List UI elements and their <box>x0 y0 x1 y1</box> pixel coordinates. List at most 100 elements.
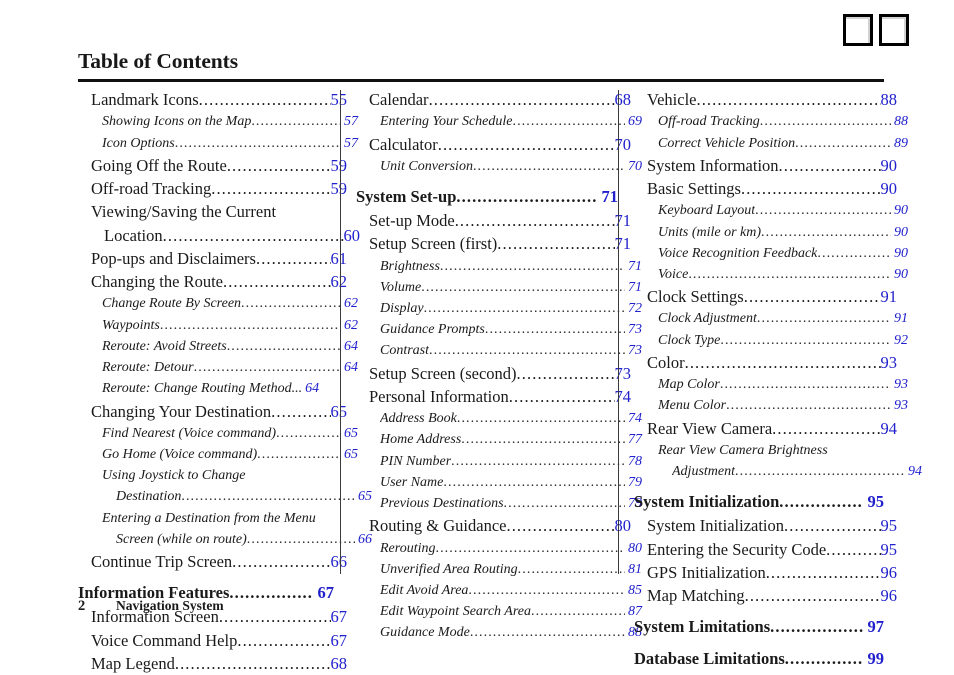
toc-entry-label: Brightness <box>380 258 440 274</box>
toc-entry[interactable]: Guidance Prompts........................… <box>356 319 642 340</box>
toc-entry-label: Rear View Camera <box>647 418 773 438</box>
toc-entry[interactable]: Changing Your Destination...............… <box>78 400 347 423</box>
toc-entry-leader-dots: ........................................… <box>772 418 880 438</box>
toc-entry-label: Guidance Prompts <box>380 322 485 338</box>
toc-entry[interactable]: Off-road Tracking.......................… <box>634 111 908 132</box>
toc-entry[interactable]: Waypoints...............................… <box>78 315 358 336</box>
toc-entry[interactable]: Map Legend..............................… <box>78 652 347 675</box>
toc-entry[interactable]: Unverified Area Routing.................… <box>356 559 642 580</box>
toc-entry[interactable]: Rear View Camera Brightness <box>634 440 908 461</box>
toc-entry[interactable]: Volume..................................… <box>356 277 642 298</box>
toc-entry[interactable]: Reroute: Change Routing Method... 64 <box>78 378 358 399</box>
toc-entry[interactable]: Pop-ups and Disclaimers.................… <box>78 247 347 270</box>
toc-entry[interactable]: Previous Destinations...................… <box>356 493 642 514</box>
toc-entry-page-number: 90 <box>894 203 908 219</box>
toc-entry[interactable]: Off-road Tracking.......................… <box>78 177 347 200</box>
toc-entry[interactable]: Changing the Route......................… <box>78 270 347 293</box>
toc-entry[interactable]: Contrast................................… <box>356 340 642 361</box>
toc-entry[interactable]: Continue Trip Screen....................… <box>78 550 347 573</box>
toc-entry[interactable]: Correct Vehicle Position................… <box>634 133 908 154</box>
toc-entry[interactable]: Address Book............................… <box>356 408 642 429</box>
toc-entry-page-number: 68 <box>330 653 348 673</box>
toc-entry[interactable]: User Name...............................… <box>356 472 642 493</box>
toc-entry[interactable]: System Initialization...................… <box>634 489 884 514</box>
toc-entry[interactable]: Clock Type..............................… <box>634 330 908 351</box>
toc-entry[interactable]: Edit Waypoint Search Area...............… <box>356 601 642 622</box>
toc-entry[interactable]: Screen (while on route).................… <box>78 529 372 550</box>
toc-entry[interactable]: Menu Color..............................… <box>634 395 908 416</box>
toc-entry-leader-dots: ........................................… <box>740 179 881 198</box>
toc-entry[interactable]: Go Home (Voice command).................… <box>78 444 358 465</box>
toc-entry[interactable]: Voice Recognition Feedback..............… <box>634 243 908 264</box>
toc-entry[interactable]: Icon Options............................… <box>78 133 358 154</box>
toc-entry[interactable]: Going Off the Route.....................… <box>78 154 347 177</box>
toc-entry[interactable]: Adjustment..............................… <box>634 461 922 482</box>
toc-entry[interactable]: Routing & Guidance......................… <box>356 514 631 537</box>
toc-entry[interactable]: Calendar................................… <box>356 88 631 111</box>
toc-entry[interactable]: Set-up Mode.............................… <box>356 209 631 232</box>
toc-entry[interactable]: Display.................................… <box>356 298 642 319</box>
toc-entry[interactable]: Change Route By Screen..................… <box>78 293 358 314</box>
toc-entry[interactable]: Database Limitations....................… <box>634 646 884 671</box>
toc-entry[interactable]: System Initialization...................… <box>634 514 897 537</box>
toc-entry-label: User Name <box>380 474 444 490</box>
toc-entry[interactable]: Entering the Security Code..............… <box>634 538 897 561</box>
toc-entry[interactable]: Edit Avoid Area.........................… <box>356 580 642 601</box>
toc-entry[interactable]: Unit Conversion.........................… <box>356 156 642 177</box>
toc-entry-page-number: 88 <box>880 90 898 109</box>
toc-entry[interactable]: Clock Adjustment........................… <box>634 308 908 329</box>
toc-entry[interactable]: Color...................................… <box>634 351 897 374</box>
toc-entry[interactable]: Vehicle.................................… <box>634 88 897 111</box>
toc-entry[interactable]: Using Joystick to Change <box>78 465 358 486</box>
toc-entry-label: System Set-up <box>356 187 457 206</box>
toc-entry[interactable]: System Information......................… <box>634 154 897 177</box>
toc-entry[interactable]: Voice...................................… <box>634 264 908 285</box>
toc-entry[interactable]: Units (mile or km)......................… <box>634 222 908 243</box>
toc-entry[interactable]: GPS Initialization......................… <box>634 561 897 584</box>
toc-entry[interactable]: Reroute: Detour.........................… <box>78 357 358 378</box>
toc-entry-leader-dots: ........................................… <box>468 582 625 598</box>
toc-entry[interactable]: Setup Screen (second)...................… <box>356 362 631 385</box>
toc-entry[interactable]: Showing Icons on the Map................… <box>78 111 358 132</box>
toc-entry-leader-dots: ........................................… <box>456 411 625 427</box>
toc-entry[interactable]: Rear View Camera........................… <box>634 417 897 440</box>
toc-entry[interactable]: Rerouting...............................… <box>356 538 642 559</box>
toc-entry-label: Off-road Tracking <box>658 114 760 130</box>
toc-entry[interactable]: Personal Information....................… <box>356 385 631 408</box>
toc-entry[interactable]: Calculator..............................… <box>356 133 631 156</box>
toc-entry-label: Setup Screen (first) <box>369 234 498 254</box>
toc-entry-label: Map Matching <box>647 586 745 606</box>
toc-entry[interactable]: Clock Settings..........................… <box>634 285 897 308</box>
toc-entry-leader-dots: ........................................… <box>765 562 881 582</box>
toc-entry[interactable]: System Limitations......................… <box>634 614 884 639</box>
toc-entry[interactable]: Basic Settings..........................… <box>634 177 897 200</box>
toc-entry-leader-dots: ........................................… <box>211 179 330 198</box>
toc-entry-label: Contrast <box>380 343 430 359</box>
toc-entry[interactable]: Destination.............................… <box>78 486 372 507</box>
toc-entry[interactable]: Viewing/Saving the Current <box>78 200 347 223</box>
toc-entry-leader-dots: ........................................… <box>817 245 891 261</box>
toc-entry[interactable]: Home Address............................… <box>356 429 642 450</box>
toc-entry-label: Change Route By Screen <box>102 296 242 312</box>
toc-entry[interactable]: Brightness..............................… <box>356 256 642 277</box>
toc-entry[interactable]: Entering Your Schedule..................… <box>356 111 642 132</box>
toc-entry[interactable]: Guidance Mode...........................… <box>356 622 642 643</box>
toc-entry[interactable]: Voice Command Help......................… <box>78 629 347 652</box>
toc-entry[interactable]: Reroute: Avoid Streets..................… <box>78 336 358 357</box>
toc-entry[interactable]: Location................................… <box>78 224 360 247</box>
toc-entry-leader-dots: ........................................… <box>226 338 341 354</box>
toc-entry[interactable]: Setup Screen (first)....................… <box>356 232 631 255</box>
toc-entry[interactable]: PIN Number..............................… <box>356 451 642 472</box>
toc-entry[interactable]: System Set-up...........................… <box>356 184 618 209</box>
toc-entry-page-number: 90 <box>894 245 908 261</box>
toc-entry[interactable]: Map Matching............................… <box>634 584 897 607</box>
toc-entry-label: System Limitations <box>634 617 771 637</box>
toc-entry[interactable]: Find Nearest (Voice command)............… <box>78 423 358 444</box>
toc-entry-label: Color <box>647 352 685 372</box>
toc-entry[interactable]: Landmark Icons..........................… <box>78 88 347 111</box>
toc-entry-page-number: 67 <box>330 630 348 650</box>
toc-entry[interactable]: Keyboard Layout.........................… <box>634 200 908 221</box>
toc-entry-label: Calendar <box>369 90 429 109</box>
toc-entry[interactable]: Map Color...............................… <box>634 374 908 395</box>
toc-entry[interactable]: Entering a Destination from the Menu <box>78 508 358 529</box>
